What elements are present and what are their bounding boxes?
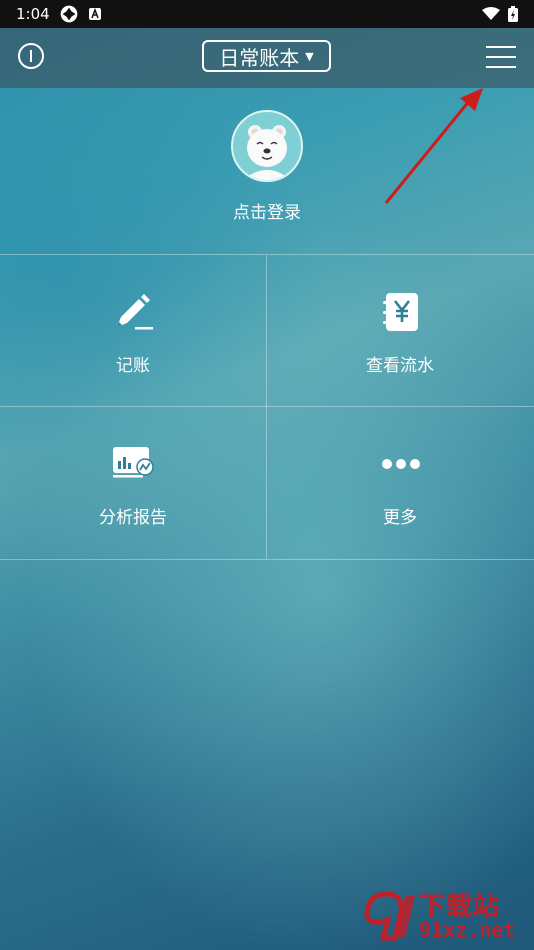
yen-notebook-icon: [383, 293, 418, 331]
a-notification-icon: [88, 7, 101, 20]
top-bar: 日常账本 ▼: [0, 28, 534, 88]
function-grid: 记账 查看流水 分析报告 更多: [0, 254, 534, 560]
view-transactions-label: 查看流水: [366, 356, 434, 376]
watermark-logo: 下载站 91xz.net: [361, 886, 526, 944]
more-label: 更多: [383, 508, 417, 528]
analysis-report-button[interactable]: 分析报告: [0, 407, 266, 558]
pen-icon: [117, 294, 153, 330]
profile-section: 点击登录: [0, 88, 534, 254]
status-time: 1:04: [16, 5, 50, 23]
app-notification-icon: [60, 5, 78, 23]
bookkeeping-label: 记账: [116, 356, 150, 376]
dropdown-caret-icon: ▼: [305, 49, 314, 63]
battery-icon: [508, 6, 518, 22]
more-button[interactable]: 更多: [267, 407, 533, 558]
view-transactions-button[interactable]: 查看流水: [267, 255, 533, 406]
avatar[interactable]: [231, 110, 303, 182]
hamburger-menu-icon[interactable]: [486, 46, 516, 68]
polar-bear-avatar-icon: [243, 125, 291, 180]
status-bar: 1:04: [0, 0, 534, 28]
more-dots-icon: [382, 459, 420, 469]
watermark-91-icon: [364, 891, 415, 941]
account-book-selector[interactable]: 日常账本 ▼: [202, 40, 331, 72]
analysis-report-label: 分析报告: [99, 508, 167, 528]
login-prompt[interactable]: 点击登录: [0, 198, 534, 223]
report-chart-icon: [113, 447, 154, 478]
power-icon[interactable]: [18, 43, 44, 69]
account-book-label: 日常账本: [219, 45, 300, 70]
bookkeeping-button[interactable]: 记账: [0, 255, 266, 406]
wifi-icon: [482, 7, 500, 20]
watermark-site: 91xz.net: [419, 918, 516, 942]
